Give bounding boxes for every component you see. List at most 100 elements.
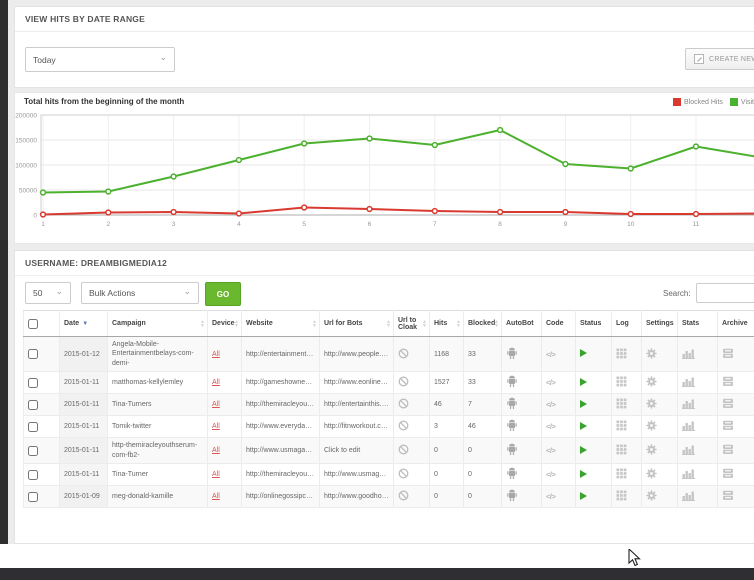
status-cell[interactable] [576,372,612,394]
autobot-cell[interactable] [502,372,542,394]
device-all-link[interactable]: All [212,447,220,454]
column-header-settings: Settings [642,311,678,337]
stats-cell[interactable] [678,438,718,464]
log-cell[interactable] [612,394,642,416]
hits-cell: 46 [430,394,464,416]
campaign-cell: meg-donald-kamille [108,486,208,508]
log-cell[interactable] [612,486,642,508]
log-cell[interactable] [612,337,642,372]
device-all-link[interactable]: All [212,493,220,500]
select-all-checkbox[interactable] [28,319,38,329]
row-checkbox[interactable] [28,349,38,359]
stats-cell[interactable] [678,394,718,416]
chart-legend: Blocked Hits Visitors [673,98,754,106]
status-cell[interactable] [576,394,612,416]
page-size-select[interactable]: 50 ⌄ [25,282,71,304]
new-campaign-icon [694,54,704,64]
settings-cell[interactable] [642,416,678,438]
column-header-date[interactable]: Date [60,311,108,337]
settings-cell[interactable] [642,486,678,508]
row-checkbox[interactable] [28,470,38,480]
ban-icon [398,376,409,387]
settings-cell[interactable] [642,372,678,394]
device-all-link[interactable]: All [212,471,220,478]
log-cell[interactable] [612,372,642,394]
autobot-cell[interactable] [502,464,542,486]
row-checkbox[interactable] [28,492,38,502]
page-size-value: 50 [33,288,42,298]
column-header-url-to-cloak[interactable]: Url to Cloak [394,311,430,337]
column-header-blocked[interactable]: Blocked [464,311,502,337]
column-header-website[interactable]: Website [242,311,320,337]
search-input[interactable] [696,283,754,303]
stats-cell[interactable] [678,464,718,486]
device-all-link[interactable]: All [212,351,220,358]
url-to-cloak-cell[interactable] [394,416,430,438]
column-header-device[interactable]: Device [208,311,242,337]
archive-cell[interactable] [718,337,754,372]
hits-cell: 0 [430,464,464,486]
column-header-hits[interactable]: Hits [430,311,464,337]
android-robot-icon [506,467,518,480]
status-cell[interactable] [576,438,612,464]
archive-cell[interactable] [718,464,754,486]
code-cell[interactable] [542,438,576,464]
settings-cell[interactable] [642,464,678,486]
date-cell: 2015-01-11 [60,372,108,394]
autobot-cell[interactable] [502,337,542,372]
archive-cell[interactable] [718,394,754,416]
archive-box-icon [722,468,734,479]
code-cell[interactable] [542,416,576,438]
status-cell[interactable] [576,464,612,486]
row-checkbox[interactable] [28,378,38,388]
url-to-cloak-cell[interactable] [394,337,430,372]
url-to-cloak-cell[interactable] [394,464,430,486]
device-all-link[interactable]: All [212,423,220,430]
url-to-cloak-cell[interactable] [394,372,430,394]
code-cell[interactable] [542,394,576,416]
row-checkbox[interactable] [28,422,38,432]
status-cell[interactable] [576,486,612,508]
archive-cell[interactable] [718,372,754,394]
device-all-link[interactable]: All [212,379,220,386]
autobot-cell[interactable] [502,394,542,416]
settings-cell[interactable] [642,438,678,464]
stats-cell[interactable] [678,372,718,394]
archive-cell[interactable] [718,416,754,438]
svg-text:10: 10 [627,221,635,228]
date-range-select[interactable]: Today ⌄ [25,47,175,72]
url-to-cloak-cell[interactable] [394,394,430,416]
archive-cell[interactable] [718,438,754,464]
autobot-cell[interactable] [502,438,542,464]
column-header-campaign[interactable]: Campaign [108,311,208,337]
settings-cell[interactable] [642,394,678,416]
code-cell[interactable] [542,464,576,486]
code-cell[interactable] [542,372,576,394]
go-button[interactable]: GO [205,282,241,306]
row-checkbox[interactable] [28,400,38,410]
url-to-cloak-cell[interactable] [394,438,430,464]
log-cell[interactable] [612,416,642,438]
stats-cell[interactable] [678,416,718,438]
autobot-cell[interactable] [502,416,542,438]
svg-text:50000: 50000 [19,188,37,195]
status-cell[interactable] [576,337,612,372]
row-checkbox[interactable] [28,446,38,456]
log-cell[interactable] [612,464,642,486]
url-to-cloak-cell[interactable] [394,486,430,508]
settings-cell[interactable] [642,337,678,372]
create-new-campaign-button[interactable]: CREATE NEW CAMPAIGN [685,48,754,70]
stats-cell[interactable] [678,486,718,508]
bulk-actions-select[interactable]: Bulk Actions ⌄ [81,282,199,304]
autobot-cell[interactable] [502,486,542,508]
log-cell[interactable] [612,438,642,464]
hits-cell: 1527 [430,372,464,394]
left-edge-strip [0,0,8,544]
status-cell[interactable] [576,416,612,438]
device-all-link[interactable]: All [212,401,220,408]
stats-cell[interactable] [678,337,718,372]
column-header-url-for-bots[interactable]: Url for Bots [320,311,394,337]
code-cell[interactable] [542,486,576,508]
code-cell[interactable] [542,337,576,372]
archive-cell[interactable] [718,486,754,508]
